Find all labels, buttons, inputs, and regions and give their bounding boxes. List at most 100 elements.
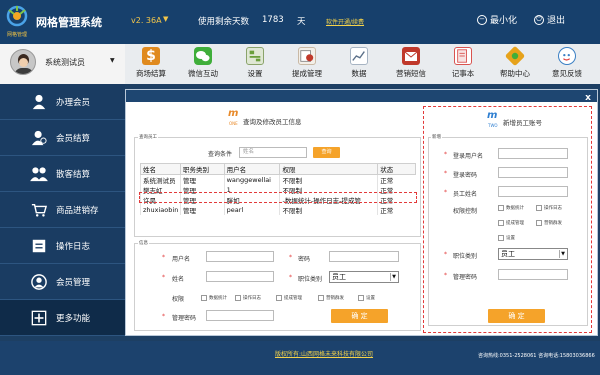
- table-cell: 正常: [377, 205, 416, 215]
- checkbox-icon: [276, 295, 282, 301]
- sidebar-item-inventory[interactable]: 商品进销存: [0, 192, 125, 228]
- staff-role-label: 职位类别: [453, 253, 478, 260]
- permission-checkbox[interactable]: 营销群发: [536, 220, 562, 226]
- checkbox-icon: [201, 295, 207, 301]
- version-dropdown-icon[interactable]: ▼: [163, 15, 168, 23]
- exit-button[interactable]: ⏻ 退出: [534, 13, 565, 26]
- checkbox-label: 设置: [366, 296, 375, 301]
- login-password-input[interactable]: [498, 167, 568, 178]
- password-input[interactable]: [329, 251, 399, 262]
- column-header[interactable]: 用户名: [223, 163, 281, 175]
- sidebar-item-more[interactable]: 更多功能: [0, 300, 125, 336]
- permission-checkbox[interactable]: 设置: [358, 295, 375, 301]
- minimize-button[interactable]: − 最小化: [477, 13, 517, 26]
- login-username-label: 登录用户名: [453, 153, 484, 160]
- user-bar[interactable]: 系统测试员 ▼: [0, 44, 125, 84]
- table-cell: 系统测试员: [140, 174, 181, 185]
- admin-password-label: 管理密码: [172, 315, 197, 322]
- chevron-down-icon: ▼: [559, 250, 566, 258]
- confirm-edit-button[interactable]: 确 定: [331, 309, 388, 323]
- top-header: 网格管理 网格管理系统 v2. 36A ▼ 使用剩余天数 1783 天 软件开通…: [0, 0, 600, 44]
- member-add-icon: [30, 93, 48, 111]
- section-one-sub: ONE: [229, 121, 238, 126]
- permission-checkbox[interactable]: 数据统计: [201, 295, 227, 301]
- username-label: 用户名: [172, 256, 191, 263]
- required-mark: *: [162, 254, 165, 261]
- permission-checkbox[interactable]: 提成管理: [498, 220, 524, 226]
- user-name[interactable]: 系统测试员: [45, 57, 85, 68]
- login-username-input[interactable]: [498, 148, 568, 159]
- checkbox-icon: [318, 295, 324, 301]
- sidebar-item-member-register[interactable]: 办理会员: [0, 84, 125, 120]
- user-dropdown-icon[interactable]: ▼: [110, 57, 115, 64]
- username-input[interactable]: [206, 251, 274, 262]
- feedback-icon: [558, 47, 576, 65]
- toolbar-button-data[interactable]: 数据: [333, 44, 385, 84]
- power-icon: ⏻: [534, 14, 544, 25]
- query-input[interactable]: 姓名: [239, 147, 307, 158]
- toolbar-button-wechat[interactable]: 微信互动: [177, 44, 229, 84]
- checkbox-label: 操作日志: [243, 296, 261, 301]
- required-mark: *: [444, 272, 447, 279]
- permission-checkbox[interactable]: 设置: [498, 235, 515, 241]
- add-group-label: 新增: [431, 134, 442, 140]
- staff-name-input[interactable]: [498, 186, 568, 197]
- checkbox-icon: [358, 295, 364, 301]
- brand-subtitle: 网格管理: [6, 32, 27, 38]
- required-mark: *: [289, 254, 292, 261]
- notebook-icon: [454, 47, 472, 65]
- copyright-link[interactable]: 版权所有:山西网格未来科技有限公司: [275, 349, 373, 358]
- exit-label: 退出: [547, 16, 566, 26]
- sidebar-item-operation-log[interactable]: 操作日志: [0, 228, 125, 264]
- close-icon[interactable]: x: [582, 92, 594, 104]
- toolbar-label: 提成管理: [292, 69, 322, 78]
- admin-password-input[interactable]: [206, 310, 274, 321]
- sidebar-item-member-manage[interactable]: 会员管理: [0, 264, 125, 300]
- toolbar-button-help[interactable]: 帮助中心: [489, 44, 541, 84]
- table-row[interactable]: zhuxiaobin 管理 pearl 不限制 正常: [140, 205, 416, 215]
- sidebar-item-guest-checkout[interactable]: 散客结算: [0, 156, 125, 192]
- days-remaining-value: 1783: [262, 15, 284, 25]
- version-label[interactable]: v2. 36A: [131, 16, 162, 25]
- toolbar-button-settings[interactable]: 设置: [229, 44, 281, 84]
- guest-checkout-icon: [30, 165, 48, 183]
- avatar: [10, 49, 36, 75]
- sidebar-item-label: 更多功能: [56, 313, 91, 324]
- toolbar-button-notebook[interactable]: 记事本: [437, 44, 489, 84]
- table-row[interactable]: 系统测试员 管理 wanggewellai 不限制 正常: [140, 174, 416, 185]
- toolbar-button-feedback[interactable]: 意见反馈: [541, 44, 593, 84]
- sidebar-item-member-checkout[interactable]: 会员结算: [0, 120, 125, 156]
- permission-checkbox[interactable]: 营销群发: [318, 295, 344, 301]
- checkbox-label: 数据统计: [209, 296, 227, 301]
- sidebar-item-label: 会员管理: [56, 277, 91, 288]
- toolbar-label: 微信互动: [188, 69, 218, 78]
- query-button[interactable]: 查询: [313, 147, 340, 158]
- permission-checkbox[interactable]: 操作日志: [235, 295, 261, 301]
- confirm-add-button[interactable]: 确 定: [488, 309, 545, 323]
- role-select[interactable]: 员工 ▼: [329, 271, 399, 283]
- hotline-text: 咨询热线:0351-2528061 咨询电话:15803036866: [478, 353, 595, 359]
- staff-table: 姓名 职务类别 用户名 权限 状态 系统测试员 管理 wanggewellai …: [140, 163, 416, 215]
- column-header[interactable]: 姓名: [140, 163, 181, 175]
- renew-link[interactable]: 软件开通/续费: [326, 17, 364, 26]
- table-cell: 管理: [179, 174, 225, 185]
- permission-checkbox[interactable]: 数据统计: [498, 205, 524, 211]
- staff-role-select[interactable]: 员工 ▼: [498, 248, 568, 260]
- toolbar-label: 商场结算: [136, 69, 166, 78]
- permission-checkbox[interactable]: 提成管理: [276, 295, 302, 301]
- table-cell: 正常: [377, 174, 416, 185]
- checkbox-icon: [235, 295, 241, 301]
- toolbar-button-checkout[interactable]: $ 商场结算: [125, 44, 177, 84]
- toolbar-button-commission[interactable]: 提成管理: [281, 44, 333, 84]
- staff-name-label: 员工姓名: [453, 191, 478, 198]
- toolbar-button-sms[interactable]: 营销短信: [385, 44, 437, 84]
- checkbox-label: 设置: [506, 236, 515, 241]
- add-admin-password-input[interactable]: [498, 269, 568, 280]
- member-manage-icon: [30, 273, 48, 291]
- table-cell: 不限制: [279, 174, 378, 185]
- column-header[interactable]: 职务类别: [179, 163, 225, 175]
- name-input[interactable]: [206, 271, 274, 282]
- column-header[interactable]: 权限: [279, 163, 379, 175]
- permission-checkbox[interactable]: 操作日志: [536, 205, 562, 211]
- column-header[interactable]: 状态: [377, 163, 416, 175]
